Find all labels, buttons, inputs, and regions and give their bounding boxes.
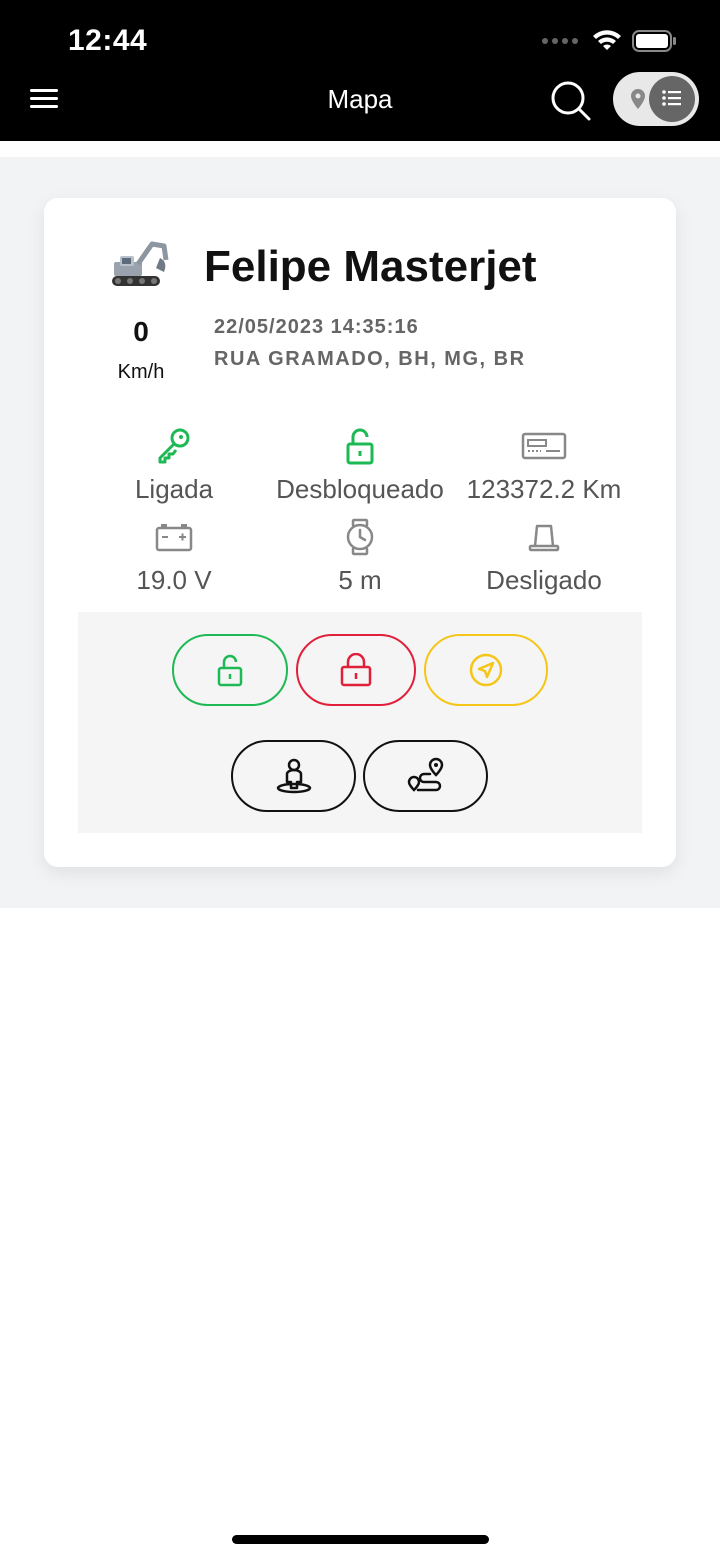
key-icon (158, 428, 190, 464)
odometer-icon (521, 432, 567, 460)
odometer-label: 123372.2 Km (466, 474, 622, 504)
battery-status-icon (632, 30, 676, 52)
unlock-button[interactable] (172, 634, 288, 706)
time-label: 5 m (338, 565, 382, 595)
battery-icon (155, 524, 193, 552)
battery-voltage-label: 19.0 V (136, 565, 212, 595)
odometer-status: 123372.2 Km (452, 426, 636, 505)
unlocked-icon (346, 428, 374, 465)
unlock-icon (217, 654, 243, 687)
map-pin-icon[interactable] (629, 88, 647, 110)
person-location-button[interactable] (231, 740, 356, 812)
search-icon[interactable] (548, 78, 592, 122)
speed-value: 0 (133, 316, 149, 347)
last-update-datetime: 22/05/2023 14:35:16 (214, 316, 419, 338)
timer-icon (346, 518, 374, 556)
wifi-icon (593, 30, 621, 50)
vehicle-name: Felipe Masterjet (204, 242, 537, 291)
list-view-knob[interactable] (649, 76, 695, 122)
vehicle-address: RUA GRAMADO, BH, MG, BR (214, 348, 526, 370)
ignition-status: Ligada (82, 426, 266, 505)
map-list-view-toggle[interactable] (613, 72, 699, 126)
top-bar: 12:44 Mapa (0, 0, 720, 141)
vehicle-card[interactable]: Felipe Masterjet 0 Km/h 22/05/2023 14:35… (44, 198, 676, 867)
siren-icon (528, 524, 560, 552)
person-location-icon (276, 758, 311, 794)
route-button[interactable] (363, 740, 488, 812)
lock-label: Desbloqueado (276, 474, 444, 504)
cellular-signal-icon (542, 38, 578, 44)
actions-panel (78, 612, 642, 833)
lock-status: Desbloqueado (268, 426, 452, 505)
time-status: 5 m (268, 517, 452, 596)
status-time: 12:44 (68, 24, 148, 57)
ignition-label: Ligada (134, 474, 214, 504)
lock-icon (340, 653, 372, 687)
route-icon (407, 757, 443, 792)
page-title: Mapa (327, 84, 393, 114)
excavator-icon (112, 241, 169, 286)
speed-unit: Km/h (117, 361, 165, 383)
status-icons (542, 27, 676, 55)
navigate-button[interactable] (424, 634, 548, 706)
home-indicator (232, 1535, 489, 1544)
list-icon (662, 90, 681, 106)
siren-label: Desligado (486, 565, 602, 595)
siren-status: Desligado (452, 517, 636, 596)
lock-button[interactable] (296, 634, 416, 706)
battery-voltage-status: 19.0 V (82, 517, 266, 596)
navigate-icon (469, 653, 503, 687)
